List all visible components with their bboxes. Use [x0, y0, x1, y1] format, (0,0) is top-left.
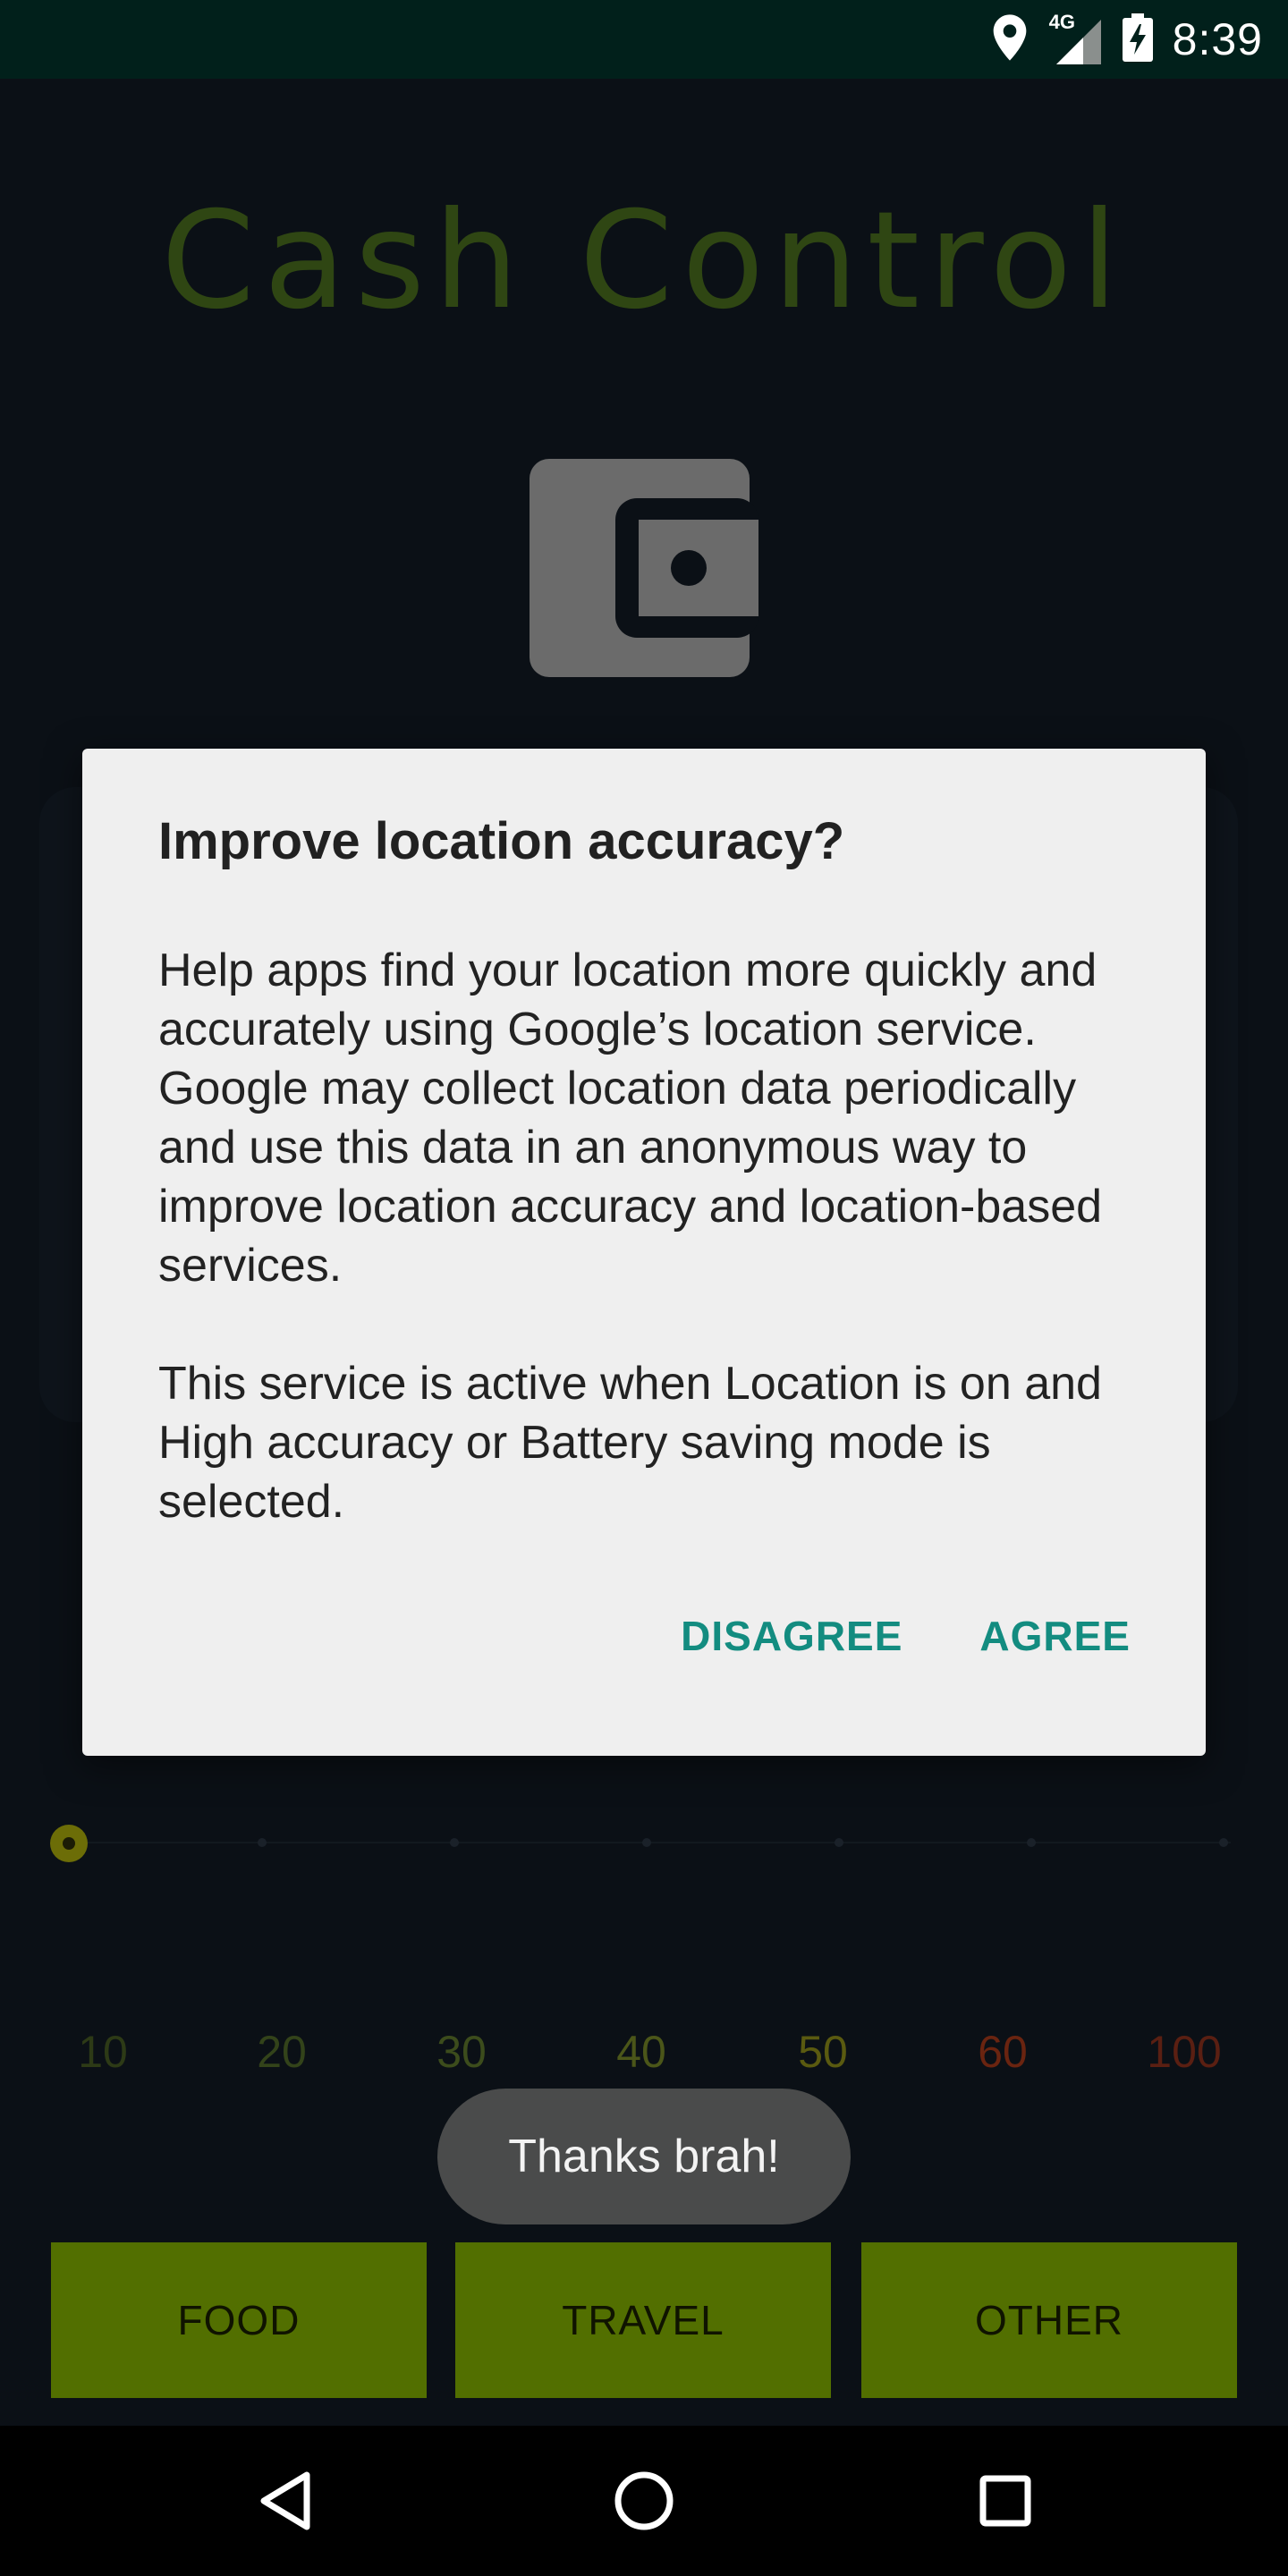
- scale-label: 30: [436, 2027, 487, 2077]
- dialog-paragraph: This service is active when Location is …: [158, 1358, 1102, 1528]
- slider-thumb[interactable]: [50, 1825, 88, 1862]
- agree-button[interactable]: AGREE: [979, 1612, 1131, 1660]
- dialog-paragraph: Help apps find your location more quickl…: [158, 945, 1103, 1292]
- home-icon[interactable]: [590, 2426, 698, 2576]
- other-button[interactable]: OTHER: [861, 2242, 1237, 2398]
- recents-icon[interactable]: [952, 2426, 1059, 2576]
- battery-charging-icon: [1122, 13, 1153, 66]
- dialog-actions: DISAGREE AGREE: [681, 1612, 1131, 1660]
- wallet-icon: [530, 459, 758, 682]
- amount-slider[interactable]: [50, 1825, 1231, 1862]
- status-bar: 4G 8:39: [0, 0, 1288, 79]
- scale-label: 40: [616, 2027, 666, 2077]
- travel-button[interactable]: TRAVEL: [455, 2242, 831, 2398]
- toast-message: Thanks brah!: [437, 2089, 851, 2224]
- status-icons: 4G 8:39: [990, 0, 1263, 79]
- scale-label: 60: [978, 2027, 1028, 2077]
- navigation-bar: [0, 2426, 1288, 2576]
- dialog-title: Improve location accuracy?: [158, 812, 845, 870]
- disagree-button[interactable]: DISAGREE: [681, 1612, 902, 1660]
- location-icon: [990, 13, 1030, 65]
- scale-label: 20: [257, 2027, 307, 2077]
- dialog-body: Help apps find your location more quickl…: [158, 941, 1151, 1531]
- slider-tick: [642, 1838, 651, 1847]
- scale-label: 100: [1147, 2027, 1222, 2077]
- food-button[interactable]: FOOD: [51, 2242, 427, 2398]
- location-accuracy-dialog: Improve location accuracy? Help apps fin…: [82, 749, 1206, 1756]
- slider-tick: [450, 1838, 459, 1847]
- scale-label: 10: [78, 2027, 128, 2077]
- slider-tick: [1027, 1838, 1036, 1847]
- scale-label: 50: [798, 2027, 848, 2077]
- app-title: Cash Control: [161, 183, 1127, 339]
- signal-icon: 4G: [1049, 11, 1103, 66]
- slider-tick: [258, 1838, 267, 1847]
- slider-tick: [1219, 1838, 1228, 1847]
- status-time: 8:39: [1172, 14, 1263, 64]
- back-icon[interactable]: [232, 2426, 339, 2576]
- slider-tick: [835, 1838, 843, 1847]
